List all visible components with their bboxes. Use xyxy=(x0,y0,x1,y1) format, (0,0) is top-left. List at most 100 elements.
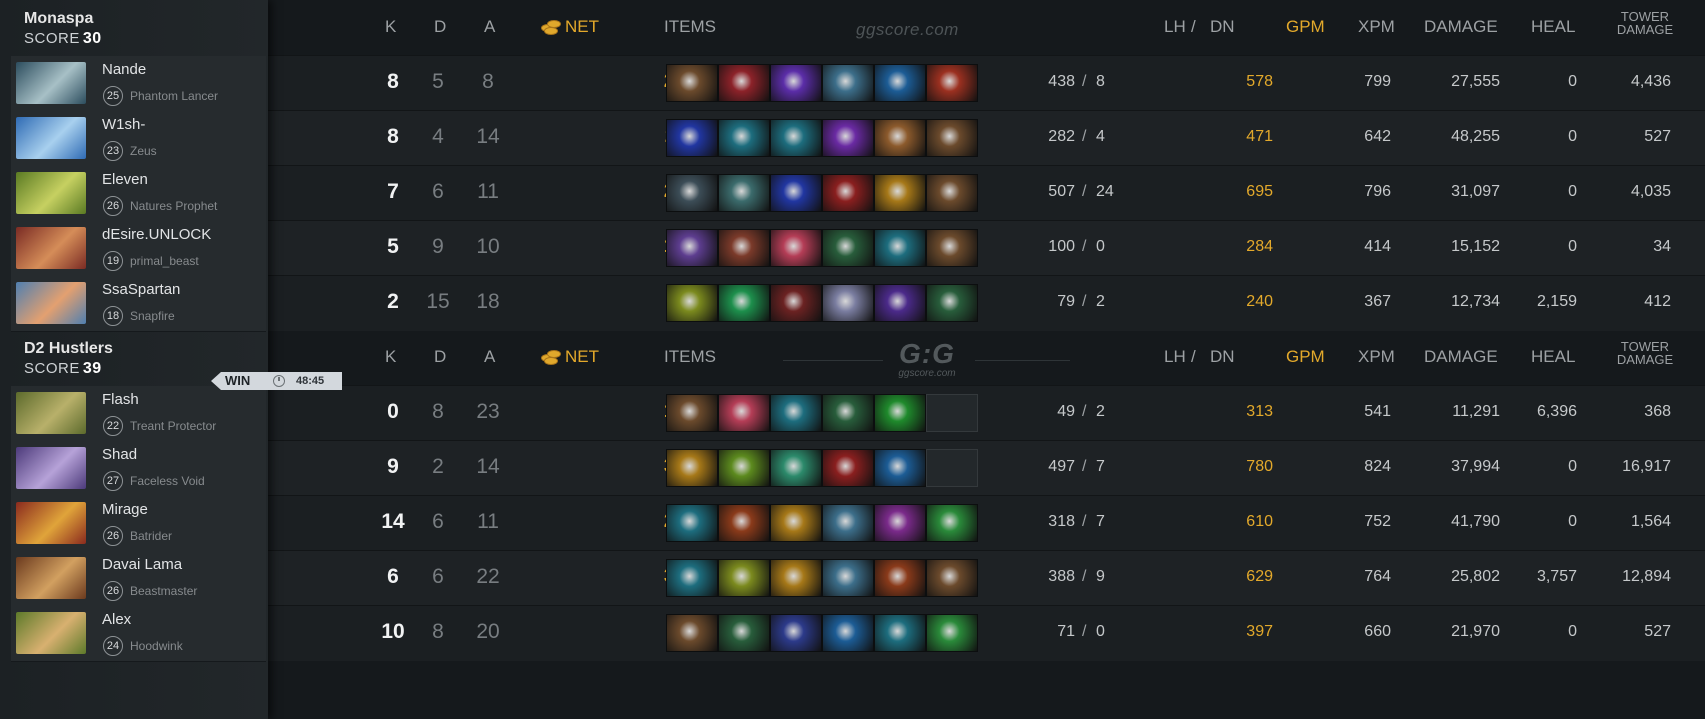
item-icon[interactable] xyxy=(666,449,718,487)
item-icon[interactable] xyxy=(874,64,926,102)
col-header-net: NET xyxy=(541,17,599,37)
gold-coins-icon xyxy=(541,19,561,35)
item-icon[interactable] xyxy=(926,614,978,652)
player-card[interactable]: Shad 27 Faceless Void xyxy=(11,441,266,497)
item-icon[interactable] xyxy=(770,614,822,652)
item-icon[interactable] xyxy=(770,504,822,542)
player-name[interactable]: Davai Lama xyxy=(102,556,182,573)
empty-item-slot[interactable] xyxy=(926,449,978,487)
item-icon[interactable] xyxy=(770,119,822,157)
last-hits-value: 282 xyxy=(1048,128,1075,145)
player-card[interactable]: SsaSpartan 18 Snapfire xyxy=(11,276,266,332)
item-icon[interactable] xyxy=(666,504,718,542)
item-icon[interactable] xyxy=(926,284,978,322)
deaths-value: 6 xyxy=(432,180,444,203)
item-icon[interactable] xyxy=(822,284,874,322)
player-name[interactable]: Alex xyxy=(102,611,131,628)
item-icon[interactable] xyxy=(822,449,874,487)
player-stats-row: 082314,59249/231354111,2916,396368 xyxy=(268,385,1705,441)
player-name[interactable]: SsaSpartan xyxy=(102,281,180,298)
item-icon[interactable] xyxy=(874,119,926,157)
item-icon[interactable] xyxy=(666,559,718,597)
item-icon[interactable] xyxy=(666,64,718,102)
item-icon[interactable] xyxy=(770,174,822,212)
player-name[interactable]: Eleven xyxy=(102,171,148,188)
player-card[interactable]: Eleven 26 Natures Prophet xyxy=(11,166,266,222)
last-hits-value: 438 xyxy=(1048,73,1075,90)
player-stats-row: 841422,411282/447164248,2550527 xyxy=(268,110,1705,166)
item-icon[interactable] xyxy=(718,229,770,267)
item-icon[interactable] xyxy=(874,394,926,432)
item-icon[interactable] xyxy=(718,614,770,652)
hero-level-badge: 26 xyxy=(103,581,123,601)
item-icon[interactable] xyxy=(874,229,926,267)
item-icon[interactable] xyxy=(666,119,718,157)
item-icon[interactable] xyxy=(874,614,926,652)
item-icon[interactable] xyxy=(874,559,926,597)
player-name[interactable]: dEsire.UNLOCK xyxy=(102,226,211,243)
item-icon[interactable] xyxy=(718,64,770,102)
item-icon[interactable] xyxy=(718,504,770,542)
item-icon[interactable] xyxy=(718,449,770,487)
item-icon[interactable] xyxy=(926,559,978,597)
empty-item-slot[interactable] xyxy=(926,394,978,432)
item-icon[interactable] xyxy=(718,119,770,157)
player-card[interactable]: Alex 24 Hoodwink xyxy=(11,606,266,662)
item-icon[interactable] xyxy=(822,559,874,597)
item-icon[interactable] xyxy=(718,174,770,212)
item-icon[interactable] xyxy=(666,614,718,652)
player-card[interactable]: dEsire.UNLOCK 19 primal_beast xyxy=(11,221,266,277)
item-icon[interactable] xyxy=(874,174,926,212)
deaths-value: 9 xyxy=(432,235,444,258)
item-icon[interactable] xyxy=(822,504,874,542)
item-icon[interactable] xyxy=(874,284,926,322)
item-icon[interactable] xyxy=(770,394,822,432)
player-card[interactable]: W1sh- 23 Zeus xyxy=(11,111,266,167)
tower-damage-value: 4,436 xyxy=(1630,73,1671,90)
gpm-value: 610 xyxy=(1246,513,1273,530)
team-header: D2 Hustlers SCORE 39 xyxy=(24,340,113,378)
item-icon[interactable] xyxy=(718,284,770,322)
item-icon[interactable] xyxy=(822,119,874,157)
xpm-value: 752 xyxy=(1364,513,1391,530)
item-icon[interactable] xyxy=(718,559,770,597)
tower-damage-value: 527 xyxy=(1644,128,1671,145)
gpm-value: 313 xyxy=(1246,403,1273,420)
item-icon[interactable] xyxy=(822,64,874,102)
item-icon[interactable] xyxy=(770,449,822,487)
hero-level-badge: 22 xyxy=(103,416,123,436)
item-icon[interactable] xyxy=(770,229,822,267)
hero-level-badge: 18 xyxy=(103,306,123,326)
player-name[interactable]: Mirage xyxy=(102,501,148,518)
item-icon[interactable] xyxy=(926,64,978,102)
item-icon[interactable] xyxy=(770,559,822,597)
player-card[interactable]: Davai Lama 26 Beastmaster xyxy=(11,551,266,607)
player-name[interactable]: Nande xyxy=(102,61,146,78)
item-icon[interactable] xyxy=(822,614,874,652)
item-icon[interactable] xyxy=(926,229,978,267)
item-icon[interactable] xyxy=(666,229,718,267)
player-card[interactable]: Nande 25 Phantom Lancer xyxy=(11,56,266,112)
player-name[interactable]: Flash xyxy=(102,391,139,408)
item-icon[interactable] xyxy=(718,394,770,432)
item-icon[interactable] xyxy=(666,174,718,212)
player-name[interactable]: Shad xyxy=(102,446,137,463)
item-icon[interactable] xyxy=(874,449,926,487)
kills-value: 10 xyxy=(381,620,405,643)
player-card[interactable]: Flash 22 Treant Protector xyxy=(11,386,266,442)
item-icon[interactable] xyxy=(874,504,926,542)
item-icon[interactable] xyxy=(822,394,874,432)
item-icon[interactable] xyxy=(822,229,874,267)
item-icon[interactable] xyxy=(770,64,822,102)
item-icon[interactable] xyxy=(822,174,874,212)
item-icon[interactable] xyxy=(770,284,822,322)
item-icon[interactable] xyxy=(926,504,978,542)
col-header-xpm: XPM xyxy=(1358,17,1395,36)
item-icon[interactable] xyxy=(926,174,978,212)
player-card[interactable]: Mirage 26 Batrider xyxy=(11,496,266,552)
item-icon[interactable] xyxy=(666,394,718,432)
item-icon[interactable] xyxy=(666,284,718,322)
player-name[interactable]: W1sh- xyxy=(102,116,145,133)
item-icon[interactable] xyxy=(926,119,978,157)
heal-value: 2,159 xyxy=(1536,293,1577,310)
